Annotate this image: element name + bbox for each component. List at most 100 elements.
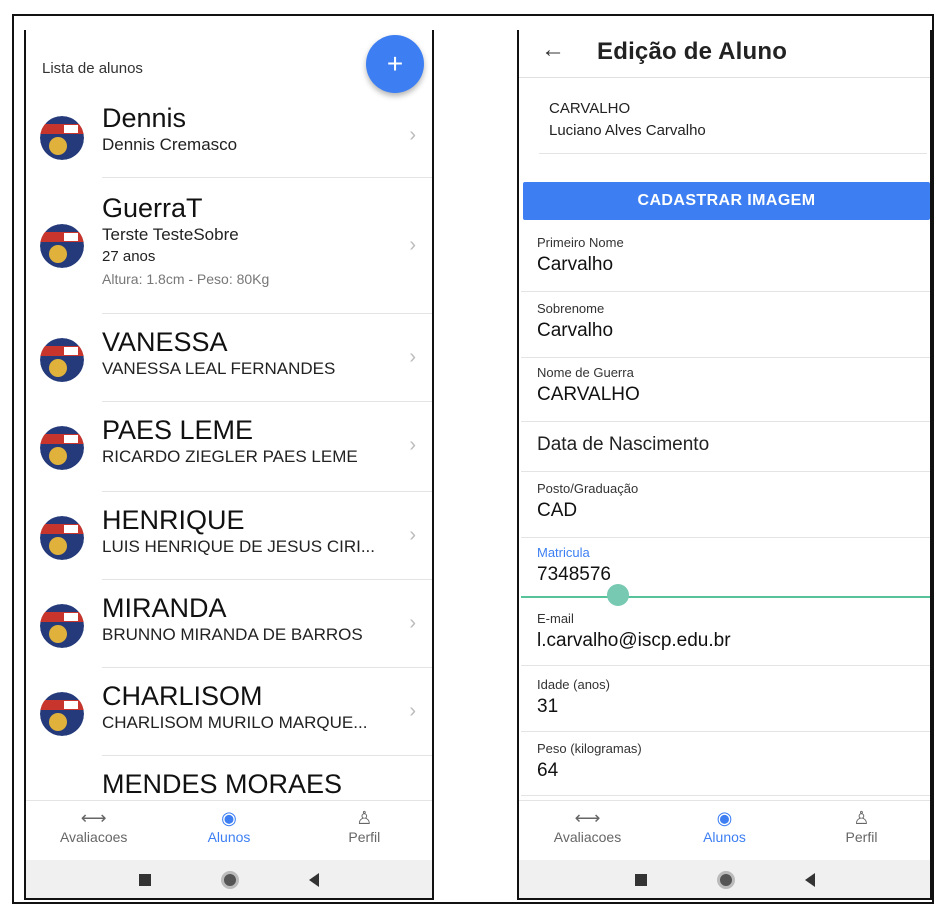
register-image-button[interactable]: CADASTRAR IMAGEM <box>523 182 930 220</box>
avatar <box>40 426 84 470</box>
field-value[interactable]: l.carvalho@iscp.edu.br <box>537 628 930 654</box>
home-icon[interactable] <box>221 871 239 889</box>
nav-label: Perfil <box>348 829 381 845</box>
nav-label: Avaliacoes <box>553 829 622 845</box>
person-icon: ♙ <box>356 808 373 828</box>
field-value[interactable]: CAD <box>537 498 930 524</box>
student-nickname: HENRIQUE <box>102 505 245 535</box>
student-nickname: MIRANDA <box>102 593 227 623</box>
student-fullname: VANESSA LEAL FERNANDES <box>102 359 336 378</box>
avatar <box>40 604 84 648</box>
nav-label: Avaliacoes <box>59 829 128 845</box>
student-nickname: VANESSA <box>102 327 228 357</box>
student-metrics: Altura: 1.8cm - Peso: 80Kg <box>102 271 270 287</box>
avatar <box>40 338 84 382</box>
system-nav-bar <box>519 860 930 898</box>
nav-avaliacoes[interactable]: ⟷ Avaliacoes <box>26 801 161 858</box>
recents-icon[interactable] <box>634 874 647 886</box>
chevron-right-icon: › <box>409 234 416 256</box>
list-item[interactable]: PAES LEME RICARDO ZIEGLER PAES LEME › <box>40 402 432 492</box>
edit-student-screen: ← Edição de Aluno CARVALHO Luciano Alves… <box>517 30 932 900</box>
field-value[interactable]: 31 <box>537 694 930 720</box>
ruler-icon: ⟷ <box>574 808 601 828</box>
student-fullname: CHARLISOM MURILO MARQUE... <box>102 713 368 732</box>
back-arrow-icon[interactable]: ← <box>541 36 565 64</box>
recents-icon[interactable] <box>139 874 151 886</box>
student-nickname: PAES LEME <box>102 415 254 445</box>
weight-field[interactable]: Peso (kilogramas) 64 <box>521 740 930 796</box>
page-title: Lista de alunos <box>42 60 143 77</box>
student-nickname: MENDES MORAES <box>102 769 343 799</box>
field-value[interactable]: 64 <box>537 758 930 784</box>
nav-label: Perfil <box>845 829 878 845</box>
field-label: Idade (anos) <box>537 677 610 692</box>
registration-field[interactable]: Matricula 7348576 <box>521 544 930 606</box>
field-value[interactable]: 7348576 <box>537 562 930 588</box>
nav-label: Alunos <box>703 829 746 845</box>
field-placeholder[interactable]: Data de Nascimento <box>537 422 930 458</box>
list-item[interactable]: MIRANDA BRUNNO MIRANDA DE BARROS › <box>40 580 432 668</box>
nav-perfil[interactable]: ♙ Perfil <box>297 801 432 858</box>
field-label: Peso (kilogramas) <box>537 741 642 756</box>
app-bar: ← Edição de Aluno <box>519 30 930 78</box>
avatar <box>40 692 84 736</box>
field-value[interactable]: Carvalho <box>537 318 930 344</box>
student-fullname: LUIS HENRIQUE DE JESUS CIRI... <box>102 537 375 556</box>
ruler-icon: ⟷ <box>80 808 107 828</box>
summary-fullname: Luciano Alves Carvalho <box>549 122 706 139</box>
list-item[interactable]: Dennis Dennis Cremasco › <box>40 96 432 178</box>
field-label: Posto/Graduação <box>537 481 639 496</box>
chevron-right-icon: › <box>409 346 416 368</box>
back-triangle-icon[interactable] <box>309 873 319 887</box>
field-label: E-mail <box>537 611 574 626</box>
home-icon[interactable] <box>716 871 735 889</box>
email-field[interactable]: E-mail l.carvalho@iscp.edu.br <box>521 610 930 666</box>
user-circle-icon: ◉ <box>221 808 237 828</box>
student-list: Dennis Dennis Cremasco › GuerraT Terste … <box>26 96 432 802</box>
nav-avaliacoes[interactable]: ⟷ Avaliacoes <box>519 801 656 858</box>
nav-alunos[interactable]: ◉ Alunos <box>161 801 296 858</box>
student-summary-card: CARVALHO Luciano Alves Carvalho <box>539 90 927 154</box>
text-cursor-handle[interactable] <box>607 584 629 606</box>
nav-perfil[interactable]: ♙ Perfil <box>793 801 930 858</box>
age-field[interactable]: Idade (anos) 31 <box>521 676 930 732</box>
chevron-right-icon: › <box>409 434 416 456</box>
chevron-right-icon: › <box>409 124 416 146</box>
student-nickname: GuerraT <box>102 193 203 223</box>
student-age: 27 anos <box>102 248 156 265</box>
field-label: Sobrenome <box>537 301 605 316</box>
rank-field[interactable]: Posto/Graduação CAD <box>521 480 930 538</box>
chevron-right-icon: › <box>409 700 416 722</box>
field-label: Nome de Guerra <box>537 365 634 380</box>
chevron-right-icon: › <box>409 612 416 634</box>
nav-alunos[interactable]: ◉ Alunos <box>656 801 793 858</box>
student-fullname: Terste TesteSobre <box>102 225 239 244</box>
avatar <box>40 224 84 268</box>
list-item[interactable]: CHARLISOM CHARLISOM MURILO MARQUE... › <box>40 668 432 756</box>
list-item[interactable]: GuerraT Terste TesteSobre 27 anos Altura… <box>40 178 432 314</box>
field-label: Matricula <box>537 545 590 560</box>
person-icon: ♙ <box>853 808 870 828</box>
student-nickname: Dennis <box>102 103 187 133</box>
field-value[interactable]: CARVALHO <box>537 382 930 408</box>
last-name-field[interactable]: Sobrenome Carvalho <box>521 300 930 358</box>
list-item[interactable]: MENDES MORAES <box>102 756 432 802</box>
summary-nickname: CARVALHO <box>549 100 631 117</box>
user-circle-icon: ◉ <box>716 808 733 828</box>
bottom-nav: ⟷ Avaliacoes ◉ Alunos ♙ Perfil <box>26 800 432 858</box>
system-nav-bar <box>26 860 432 898</box>
field-value[interactable]: Carvalho <box>537 252 930 278</box>
first-name-field[interactable]: Primeiro Nome Carvalho <box>521 234 930 292</box>
list-item[interactable]: VANESSA VANESSA LEAL FERNANDES › <box>40 314 432 402</box>
war-name-field[interactable]: Nome de Guerra CARVALHO <box>521 364 930 422</box>
student-nickname: CHARLISOM <box>102 681 263 711</box>
student-fullname: RICARDO ZIEGLER PAES LEME <box>102 447 358 466</box>
avatar <box>40 516 84 560</box>
back-triangle-icon[interactable] <box>804 873 815 887</box>
chevron-right-icon: › <box>409 524 416 546</box>
list-item[interactable]: HENRIQUE LUIS HENRIQUE DE JESUS CIRI... … <box>40 492 432 580</box>
add-student-button[interactable]: + <box>366 35 424 93</box>
bottom-nav: ⟷ Avaliacoes ◉ Alunos ♙ Perfil <box>519 800 930 858</box>
birth-date-field[interactable]: Data de Nascimento <box>521 422 930 472</box>
nav-label: Alunos <box>207 829 251 845</box>
